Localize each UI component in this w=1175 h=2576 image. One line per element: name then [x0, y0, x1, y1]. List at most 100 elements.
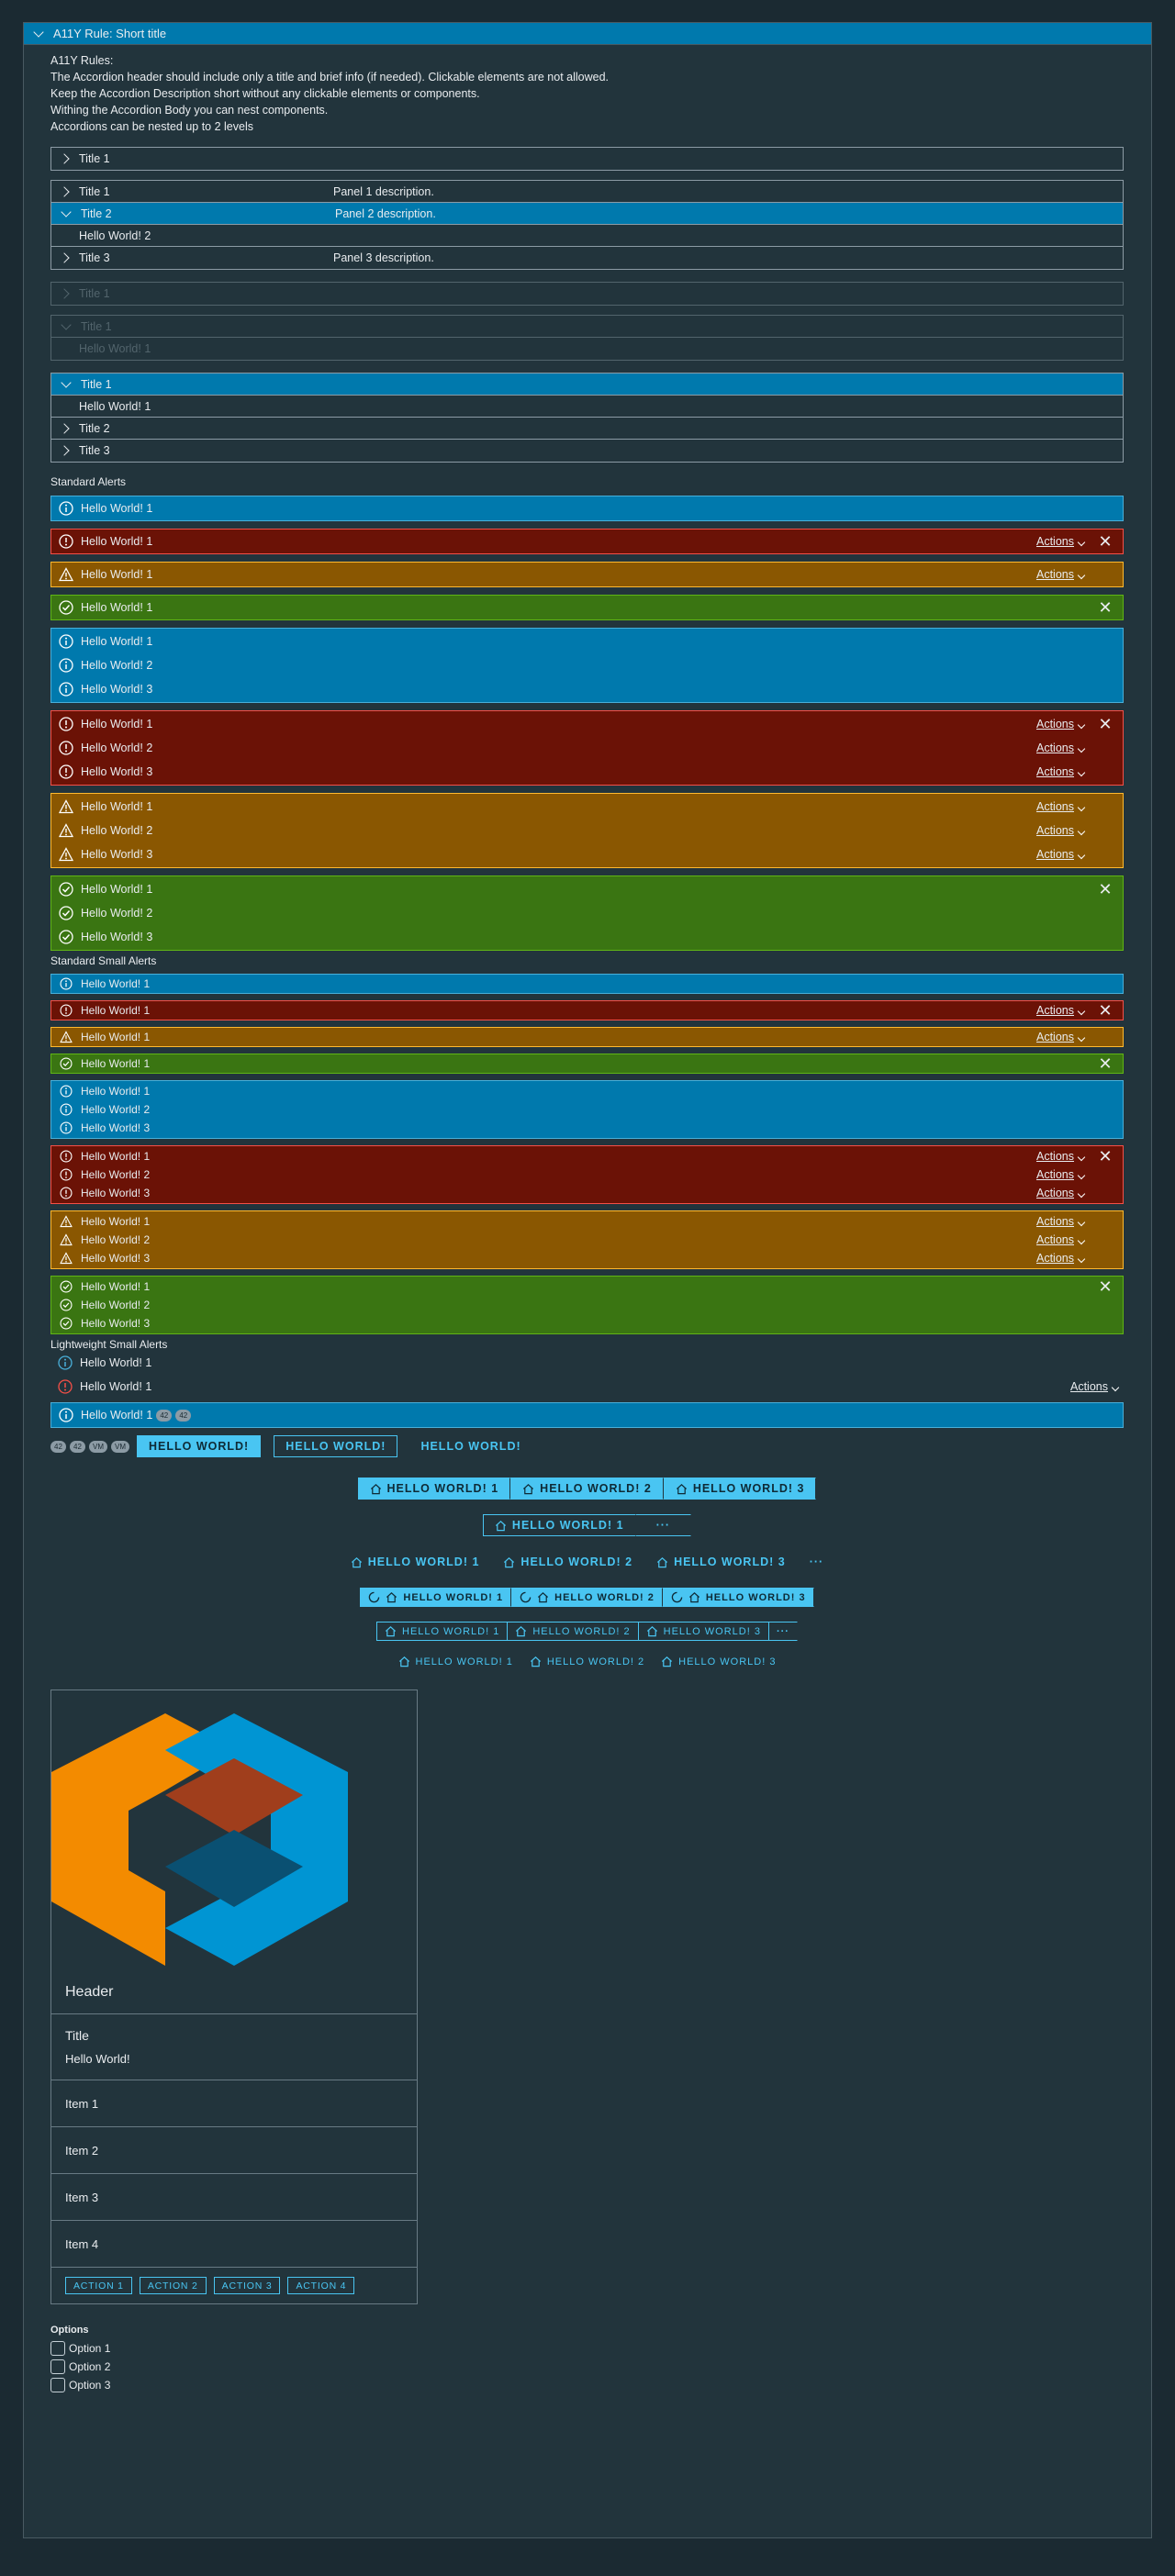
warning-icon: [59, 567, 73, 582]
group-button[interactable]: HELLO WORLD! 3: [653, 1652, 785, 1671]
alert-item: Hello World! 2 Actions: [59, 819, 1113, 842]
group-button[interactable]: HELLO WORLD! 1: [482, 1514, 636, 1536]
group-button[interactable]: HELLO WORLD! 2: [521, 1652, 654, 1671]
alert-actions-dropdown[interactable]: Actions: [1036, 848, 1086, 861]
panel-title: Title 1: [79, 287, 110, 300]
overflow-menu-button[interactable]: ···: [767, 1622, 798, 1641]
app-level-alert: Hello World! 1 42 42: [50, 1402, 1124, 1428]
success-icon: [59, 600, 73, 615]
close-icon[interactable]: ✕: [1097, 1002, 1113, 1019]
rules-line: Accordions can be nested up to 2 levels: [50, 120, 253, 133]
close-icon[interactable]: ✕: [1097, 533, 1113, 550]
option-checkbox[interactable]: Option 3: [50, 2376, 1124, 2394]
alert-actions-dropdown[interactable]: Actions: [1036, 568, 1086, 581]
card-action-button[interactable]: ACTION 4: [287, 2277, 355, 2294]
actions-label: Actions: [1036, 568, 1074, 581]
info-icon: [59, 1408, 73, 1422]
option-checkbox[interactable]: Option 1: [50, 2339, 1124, 2358]
alert-message: Hello World! 1: [81, 502, 153, 515]
chevron-down-icon: [1077, 803, 1086, 812]
chevron-right-icon: [59, 252, 70, 263]
group-button[interactable]: HELLO WORLD! 3: [644, 1551, 798, 1573]
alert-actions-dropdown[interactable]: Actions: [1036, 718, 1086, 730]
alert-item: Hello World! 1 Actions: [59, 563, 1113, 586]
accordion-panel-header[interactable]: Title 1: [51, 374, 1123, 396]
option-checkbox[interactable]: Option 2: [50, 2358, 1124, 2376]
alert-actions-dropdown[interactable]: Actions: [1036, 1187, 1086, 1199]
group-button[interactable]: HELLO WORLD! 1: [390, 1652, 521, 1671]
alert-actions-dropdown[interactable]: Actions: [1036, 1252, 1086, 1265]
alert-item: Hello World! 1: [59, 496, 1113, 520]
alert-actions-dropdown[interactable]: Actions: [1036, 824, 1086, 837]
alert-actions-dropdown[interactable]: Actions: [1036, 1004, 1086, 1017]
chevron-down-icon: [1077, 1255, 1086, 1264]
accordion-stack: Title 1 Hello World! 1 Title 2 Title 3: [50, 373, 1124, 463]
group-button[interactable]: HELLO WORLD! 3: [662, 1588, 814, 1607]
alert-actions-dropdown[interactable]: Actions: [1036, 1233, 1086, 1246]
close-icon[interactable]: ✕: [1097, 599, 1113, 616]
accordion-panel-header: Title 1: [51, 283, 1123, 305]
alert-message: Hello World! 2: [81, 1233, 151, 1246]
alert-actions-dropdown[interactable]: Actions: [1036, 1215, 1086, 1228]
chevron-down-icon: [1077, 571, 1086, 580]
overflow-menu-button[interactable]: ···: [798, 1551, 836, 1573]
accordion-panel-header[interactable]: Title 1: [51, 148, 1123, 170]
close-icon[interactable]: ✕: [1097, 1055, 1113, 1072]
accordion-panel-header[interactable]: Title 2: [51, 418, 1123, 440]
accordion-panel-header[interactable]: Title 2 Panel 2 description.: [51, 203, 1123, 225]
actions-label: Actions: [1036, 1031, 1074, 1043]
alert-message: Hello World! 2: [81, 1168, 151, 1181]
main-accordion-header[interactable]: A11Y Rule: Short title: [24, 23, 1151, 45]
accordion-panel-header[interactable]: Title 3: [51, 440, 1123, 462]
info-icon: [59, 634, 73, 649]
alert-item: Hello World! 3: [59, 677, 1113, 701]
accordion-panel-header[interactable]: Title 1 Panel 1 description.: [51, 181, 1123, 203]
checkbox-box[interactable]: [50, 2341, 65, 2356]
main-accordion: A11Y Rule: Short title A11Y Rules: The A…: [23, 22, 1152, 2538]
button-label: HELLO WORLD! 3: [663, 1625, 761, 1637]
card-action-button[interactable]: ACTION 1: [65, 2277, 132, 2294]
chevron-right-icon: [59, 422, 70, 434]
group-button[interactable]: HELLO WORLD! 1: [360, 1588, 512, 1607]
outline-button[interactable]: HELLO WORLD!: [274, 1435, 398, 1457]
error-icon: [59, 534, 73, 549]
checkbox-box[interactable]: [50, 2378, 65, 2392]
close-icon[interactable]: ✕: [1097, 716, 1113, 732]
alert-actions-dropdown[interactable]: Actions: [1036, 742, 1086, 754]
alert-actions-dropdown[interactable]: Actions: [1036, 535, 1086, 548]
overflow-menu-button[interactable]: ···: [635, 1514, 692, 1536]
alert-item: Hello World! 3 Actions: [59, 760, 1113, 784]
checkbox-box[interactable]: [50, 2359, 65, 2374]
card-action-button[interactable]: ACTION 2: [139, 2277, 207, 2294]
group-button[interactable]: HELLO WORLD! 2: [491, 1551, 645, 1573]
alert-actions-dropdown[interactable]: Actions: [1036, 1168, 1086, 1181]
option-label: Option 1: [69, 2342, 111, 2355]
alert-actions-dropdown[interactable]: Actions: [1036, 1150, 1086, 1163]
close-icon[interactable]: ✕: [1097, 1278, 1113, 1295]
alert-actions-dropdown[interactable]: Actions: [1036, 800, 1086, 813]
group-button[interactable]: HELLO WORLD! 2: [510, 1478, 664, 1500]
close-icon[interactable]: ✕: [1097, 881, 1113, 898]
chevron-right-icon: [59, 185, 70, 197]
alert-item: Hello World! 3 Actions: [59, 842, 1113, 866]
alert-message: Hello World! 2: [81, 824, 153, 837]
accordion-panel-header[interactable]: Title 3 Panel 3 description.: [51, 247, 1123, 269]
alert-actions-dropdown[interactable]: Actions: [1070, 1380, 1120, 1393]
option-label: Option 2: [69, 2360, 111, 2373]
alert-actions-dropdown[interactable]: Actions: [1036, 765, 1086, 778]
group-button[interactable]: HELLO WORLD! 2: [507, 1622, 638, 1641]
alert-message: Hello World! 3: [81, 683, 153, 696]
alert-message: Hello World! 1: [81, 883, 153, 896]
group-button[interactable]: HELLO WORLD! 1: [339, 1551, 492, 1573]
alert-item: Hello World! 1 Actions ✕: [59, 530, 1113, 553]
primary-button[interactable]: HELLO WORLD!: [137, 1435, 262, 1457]
close-icon[interactable]: ✕: [1097, 1148, 1113, 1165]
card-action-button[interactable]: ACTION 3: [213, 2277, 281, 2294]
group-button[interactable]: HELLO WORLD! 3: [637, 1622, 768, 1641]
group-button[interactable]: HELLO WORLD! 1: [376, 1622, 508, 1641]
alert-actions-dropdown[interactable]: Actions: [1036, 1031, 1086, 1043]
group-button[interactable]: HELLO WORLD! 3: [663, 1478, 817, 1500]
group-button[interactable]: HELLO WORLD! 2: [511, 1588, 663, 1607]
flat-button[interactable]: HELLO WORLD!: [408, 1435, 532, 1457]
group-button[interactable]: HELLO WORLD! 1: [357, 1478, 511, 1500]
